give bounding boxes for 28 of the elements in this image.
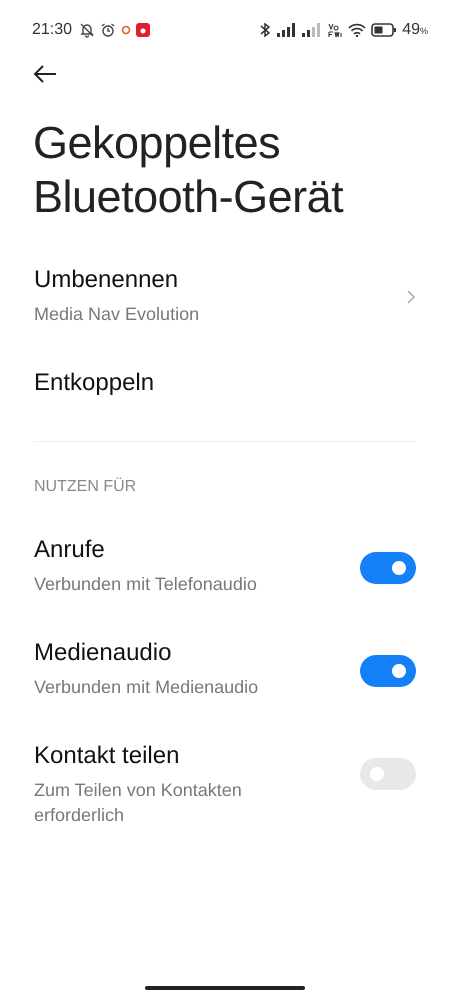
muted-bell-icon	[79, 22, 96, 38]
section-header: NUTZEN FÜR	[34, 478, 138, 496]
profile-label: Anrufe	[34, 536, 106, 564]
toggle-switch[interactable]	[360, 655, 416, 687]
profile-label: Medienaudio	[34, 639, 172, 667]
row-label: Entkoppeln	[34, 369, 154, 397]
row-label: Umbenennen	[34, 266, 180, 294]
alarm-clock-icon	[100, 22, 116, 38]
row-value: Media Nav Evolution	[34, 303, 200, 326]
settings-row[interactable]: Umbenennen Media Nav Evolution	[0, 266, 450, 327]
page-title: Gekoppeltes Bluetooth-Gerät	[33, 116, 344, 224]
signal-icon	[277, 23, 298, 37]
profile-description: Zum Teilen von Kontakten erforderlich	[34, 779, 243, 827]
status-time: 21:30	[32, 21, 72, 39]
app-icon	[136, 23, 150, 37]
bluetooth-icon	[258, 22, 272, 38]
ring-icon	[121, 25, 132, 35]
profile-description: Verbunden mit Medienaudio	[34, 676, 258, 699]
profile-description: Verbunden mit Telefonaudio	[34, 573, 257, 596]
battery-icon	[371, 23, 398, 37]
settings-row[interactable]: Entkoppeln	[0, 369, 450, 397]
profile-label: Kontakt teilen	[34, 742, 180, 770]
signal-icon	[302, 23, 322, 37]
vowifi-icon	[327, 22, 344, 38]
battery-percent: 49	[402, 21, 420, 39]
wifi-icon	[348, 23, 366, 37]
toggle-switch[interactable]	[360, 552, 416, 584]
percent-sign: %	[420, 26, 428, 36]
